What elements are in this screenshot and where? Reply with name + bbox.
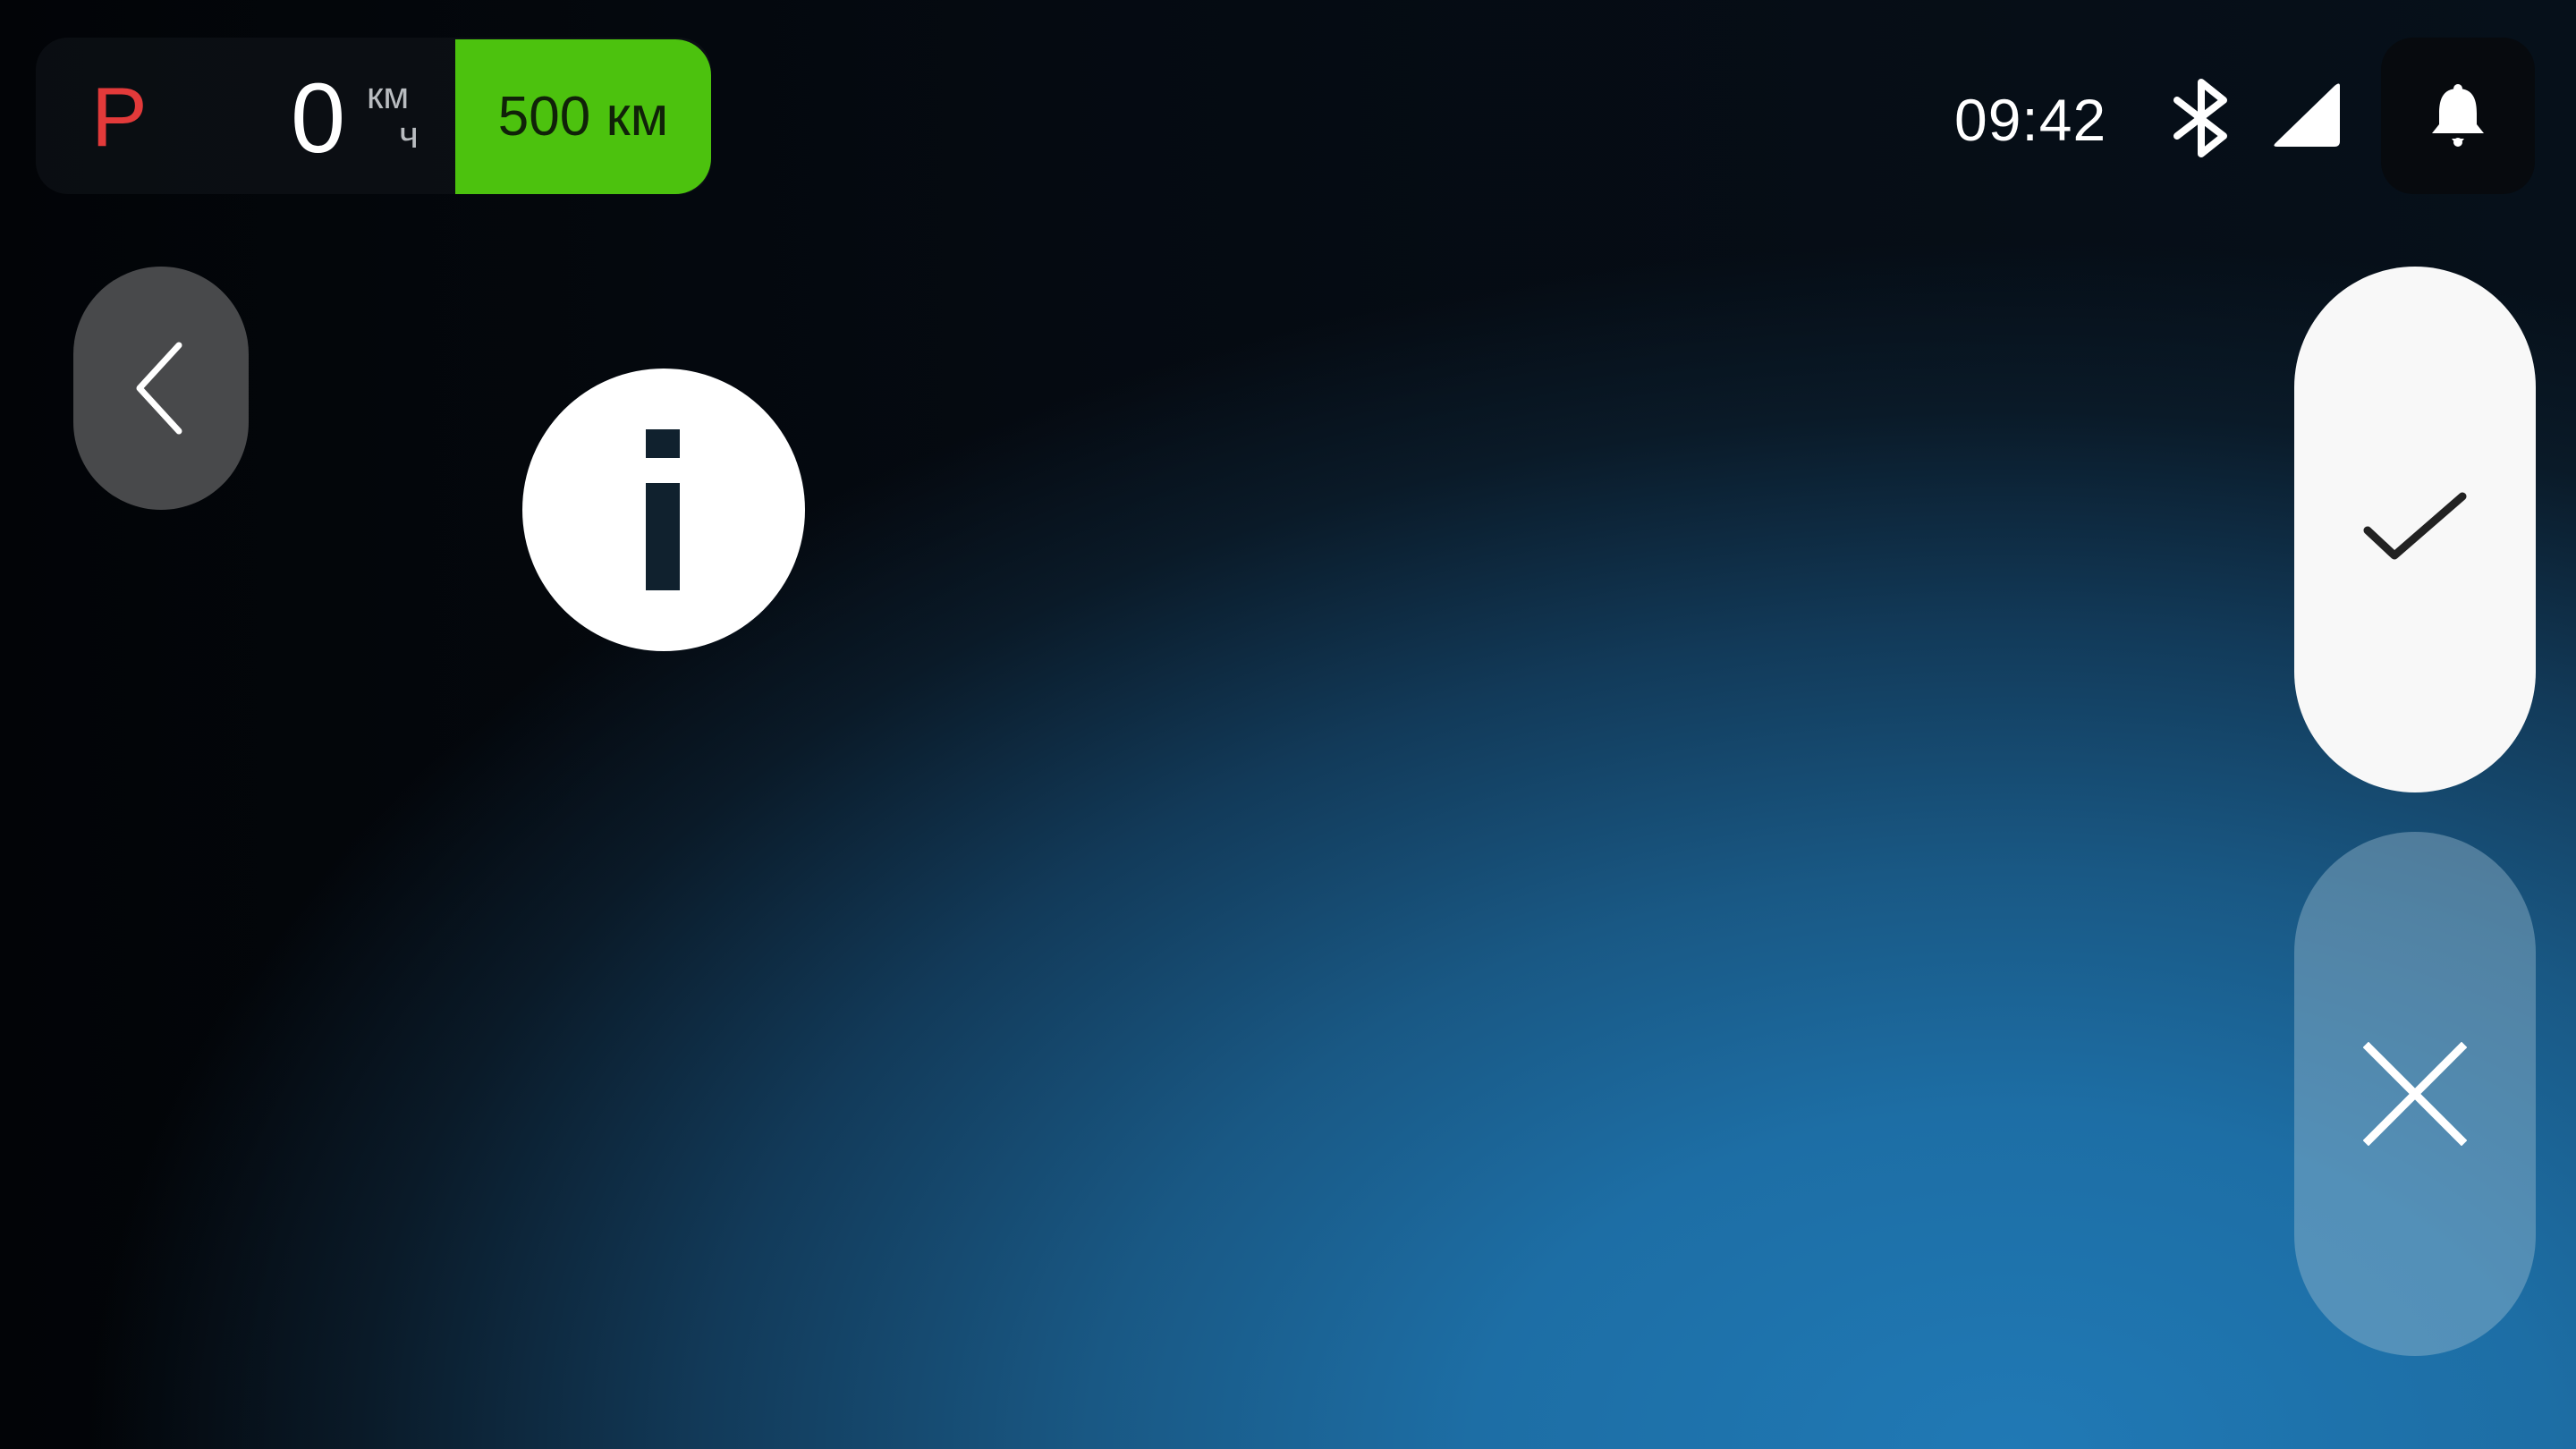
bluetooth-icon: [2174, 79, 2227, 157]
signal-icon: [2274, 83, 2340, 147]
back-button[interactable]: [73, 267, 249, 510]
range-badge: 500 км: [455, 39, 711, 194]
info-icon-stem: [646, 483, 680, 590]
clock: 09:42: [1954, 87, 2107, 153]
close-icon: [2363, 1042, 2467, 1146]
speed-unit-hour: ч: [399, 114, 419, 156]
chevron-left-icon: [136, 342, 182, 435]
confirm-button[interactable]: [2294, 267, 2536, 792]
notifications-button[interactable]: [2381, 38, 2535, 194]
info-icon-dot: [646, 429, 680, 458]
cancel-button[interactable]: [2294, 832, 2536, 1356]
status-bar: P 0 км ч 500 км 09:42: [0, 0, 2576, 197]
speed-unit-km: км: [367, 74, 410, 116]
gear-indicator: P: [91, 70, 148, 164]
bell-icon: [2432, 83, 2484, 147]
info-icon: [522, 369, 805, 651]
checkmark-icon: [2363, 492, 2467, 560]
speed-value: 0: [291, 64, 346, 174]
